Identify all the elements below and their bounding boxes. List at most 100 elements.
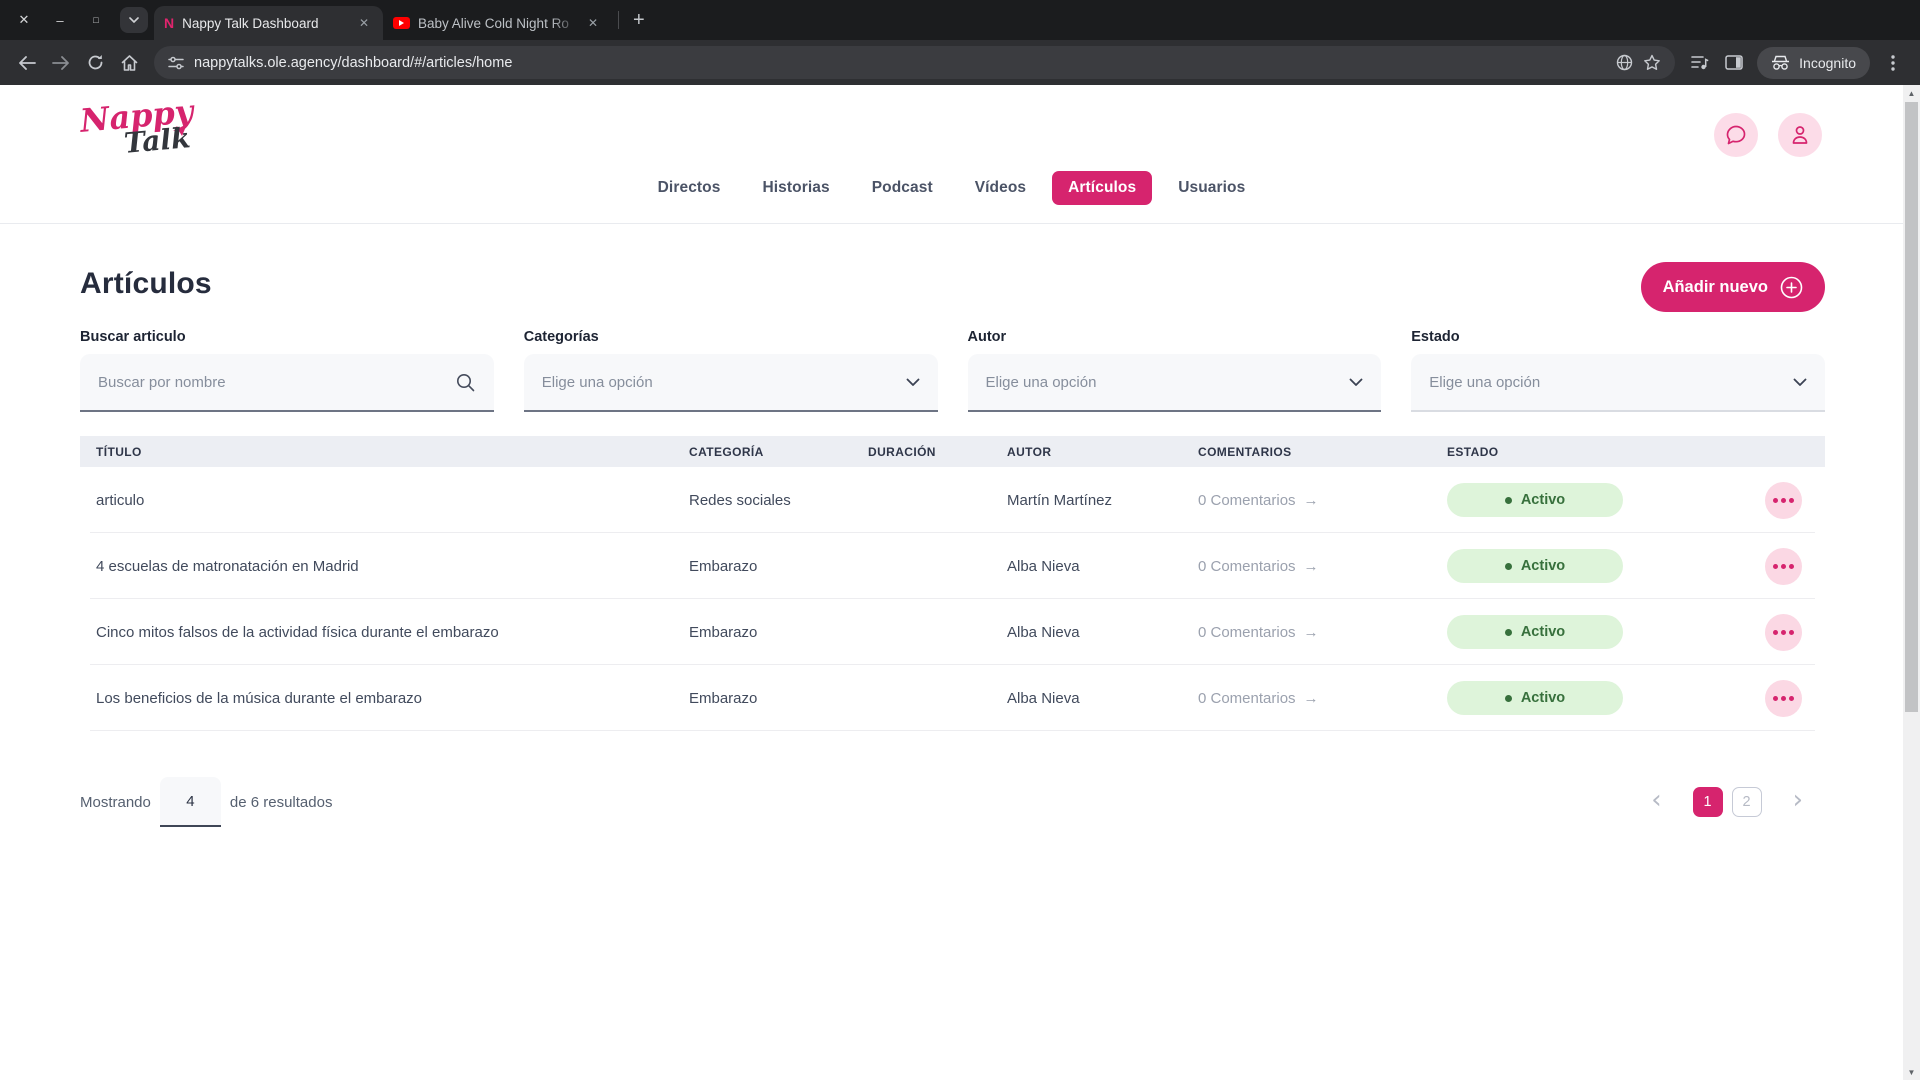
mostrando-label: Mostrando (80, 794, 151, 811)
comments-link[interactable]: 0 Comentarios → (1182, 492, 1431, 509)
incognito-icon (1771, 55, 1790, 70)
row-menu-button[interactable] (1765, 548, 1802, 585)
search-input[interactable] (98, 374, 455, 391)
incognito-badge: Incognito (1757, 47, 1870, 79)
scroll-up-arrow-icon[interactable]: ▲ (1903, 85, 1920, 101)
status-dot-icon (1505, 563, 1512, 570)
arrow-right-icon: → (1304, 492, 1319, 509)
nappy-talk-logo[interactable]: Nappy Talk (80, 97, 200, 177)
ellipsis-icon (1781, 696, 1786, 701)
site-header: Nappy Talk Directos Historias Podcast Ví… (0, 85, 1903, 224)
media-controls-button[interactable] (1683, 46, 1717, 80)
tab-nappy-talk-dashboard[interactable]: N Nappy Talk Dashboard ✕ (154, 6, 383, 40)
nav-item-articulos[interactable]: Artículos (1052, 171, 1152, 205)
arrow-left-icon (18, 56, 36, 70)
status-badge: Activo (1447, 549, 1623, 583)
side-panel-icon (1725, 55, 1743, 70)
comments-label: 0 Comentarios (1198, 558, 1296, 575)
search-icon[interactable] (455, 372, 476, 393)
cell-categoria: Embarazo (673, 558, 852, 575)
profile-button[interactable] (1778, 113, 1822, 157)
cell-titulo: 4 escuelas de matronatación en Madrid (80, 558, 673, 575)
url-text[interactable]: nappytalks.ole.agency/dashboard/#/articl… (194, 55, 1606, 71)
ellipsis-icon (1781, 498, 1786, 503)
comments-label: 0 Comentarios (1198, 492, 1296, 509)
articles-table: TÍTULO CATEGORÍA DURACIÓN AUTOR COMENTAR… (80, 436, 1825, 731)
cell-autor: Martín Martínez (991, 492, 1182, 509)
status-label: Activo (1521, 492, 1565, 508)
comments-link[interactable]: 0 Comentarios → (1182, 690, 1431, 707)
page-button-1[interactable]: 1 (1693, 787, 1723, 817)
cell-titulo: Cinco mitos falsos de la actividad físic… (80, 624, 673, 641)
results-label: de 6 resultados (230, 794, 333, 811)
cell-autor: Alba Nieva (991, 558, 1182, 575)
row-menu-button[interactable] (1765, 680, 1802, 717)
scrollbar-thumb[interactable] (1905, 102, 1918, 712)
filter-label: Buscar articulo (80, 329, 494, 345)
filters-row: Buscar articulo Categorías Elige una opc… (80, 329, 1825, 412)
arrow-right-icon: → (1304, 624, 1319, 641)
window-minimize-button[interactable]: – (48, 8, 72, 32)
per-page-selector[interactable]: 4 (160, 777, 221, 827)
autor-select[interactable]: Elige una opción (968, 354, 1382, 412)
comments-label: 0 Comentarios (1198, 690, 1296, 707)
status-badge: Activo (1447, 615, 1623, 649)
reload-button[interactable] (78, 46, 112, 80)
categorias-select[interactable]: Elige una opción (524, 354, 938, 412)
tab-baby-alive-video[interactable]: Baby Alive Cold Night Ro ✕ (383, 6, 612, 40)
header-actions (1714, 113, 1822, 157)
cell-actions (1741, 680, 1825, 717)
page-button-2[interactable]: 2 (1732, 787, 1762, 817)
translate-icon[interactable] (1616, 54, 1633, 71)
nav-item-historias[interactable]: Historias (746, 171, 845, 205)
table-row: Los beneficios de la música durante el e… (80, 665, 1825, 731)
filter-estado: Estado Elige una opción (1411, 329, 1825, 412)
comments-link[interactable]: 0 Comentarios → (1182, 558, 1431, 575)
youtube-favicon (393, 17, 410, 29)
row-menu-button[interactable] (1765, 614, 1802, 651)
cell-estado: Activo (1431, 615, 1741, 649)
column-header-autor: AUTOR (991, 445, 1182, 459)
status-label: Activo (1521, 558, 1565, 574)
nav-item-directos[interactable]: Directos (642, 171, 737, 205)
next-page-button[interactable]: › (1771, 787, 1825, 817)
forward-button[interactable] (44, 46, 78, 80)
tab-strip: ✕ – □ N Nappy Talk Dashboard ✕ Baby Aliv… (0, 0, 1920, 40)
search-field (80, 354, 494, 412)
comments-link[interactable]: 0 Comentarios → (1182, 624, 1431, 641)
scroll-down-arrow-icon[interactable]: ▼ (1903, 1064, 1920, 1080)
column-header-comentarios: COMENTARIOS (1182, 445, 1431, 459)
nav-item-podcast[interactable]: Podcast (856, 171, 949, 205)
logo-line2: Talk (123, 121, 192, 160)
nav-item-usuarios[interactable]: Usuarios (1162, 171, 1261, 205)
estado-select[interactable]: Elige una opción (1411, 354, 1825, 412)
messages-button[interactable] (1714, 113, 1758, 157)
new-tab-button[interactable]: + (625, 9, 653, 32)
window-maximize-button[interactable]: □ (84, 8, 108, 32)
browser-menu-button[interactable] (1876, 46, 1910, 80)
home-button[interactable] (112, 46, 146, 80)
column-header-titulo: TÍTULO (80, 445, 673, 459)
filter-categorias: Categorías Elige una opción (524, 329, 938, 412)
bookmark-star-icon[interactable] (1643, 54, 1661, 71)
select-placeholder: Elige una opción (542, 374, 906, 391)
previous-page-button[interactable]: ‹ (1629, 787, 1683, 817)
back-button[interactable] (10, 46, 44, 80)
add-new-button[interactable]: Añadir nuevo (1641, 262, 1825, 312)
tab-divider (618, 11, 619, 29)
address-bar[interactable]: nappytalks.ole.agency/dashboard/#/articl… (154, 46, 1675, 79)
side-panel-button[interactable] (1717, 46, 1751, 80)
close-icon[interactable]: ✕ (355, 14, 373, 32)
column-header-estado: ESTADO (1431, 445, 1741, 459)
nav-item-videos[interactable]: Vídeos (959, 171, 1042, 205)
tab-search-button[interactable] (120, 7, 148, 33)
close-icon[interactable]: ✕ (584, 14, 602, 32)
vertical-scrollbar[interactable]: ▲ ▼ (1903, 85, 1920, 1080)
cell-actions (1741, 482, 1825, 519)
window-close-button[interactable]: ✕ (12, 8, 36, 32)
site-settings-icon[interactable] (168, 56, 184, 70)
row-menu-button[interactable] (1765, 482, 1802, 519)
tab-title: Baby Alive Cold Night Ro (418, 16, 580, 31)
filter-label: Categorías (524, 329, 938, 345)
home-icon (121, 55, 138, 71)
